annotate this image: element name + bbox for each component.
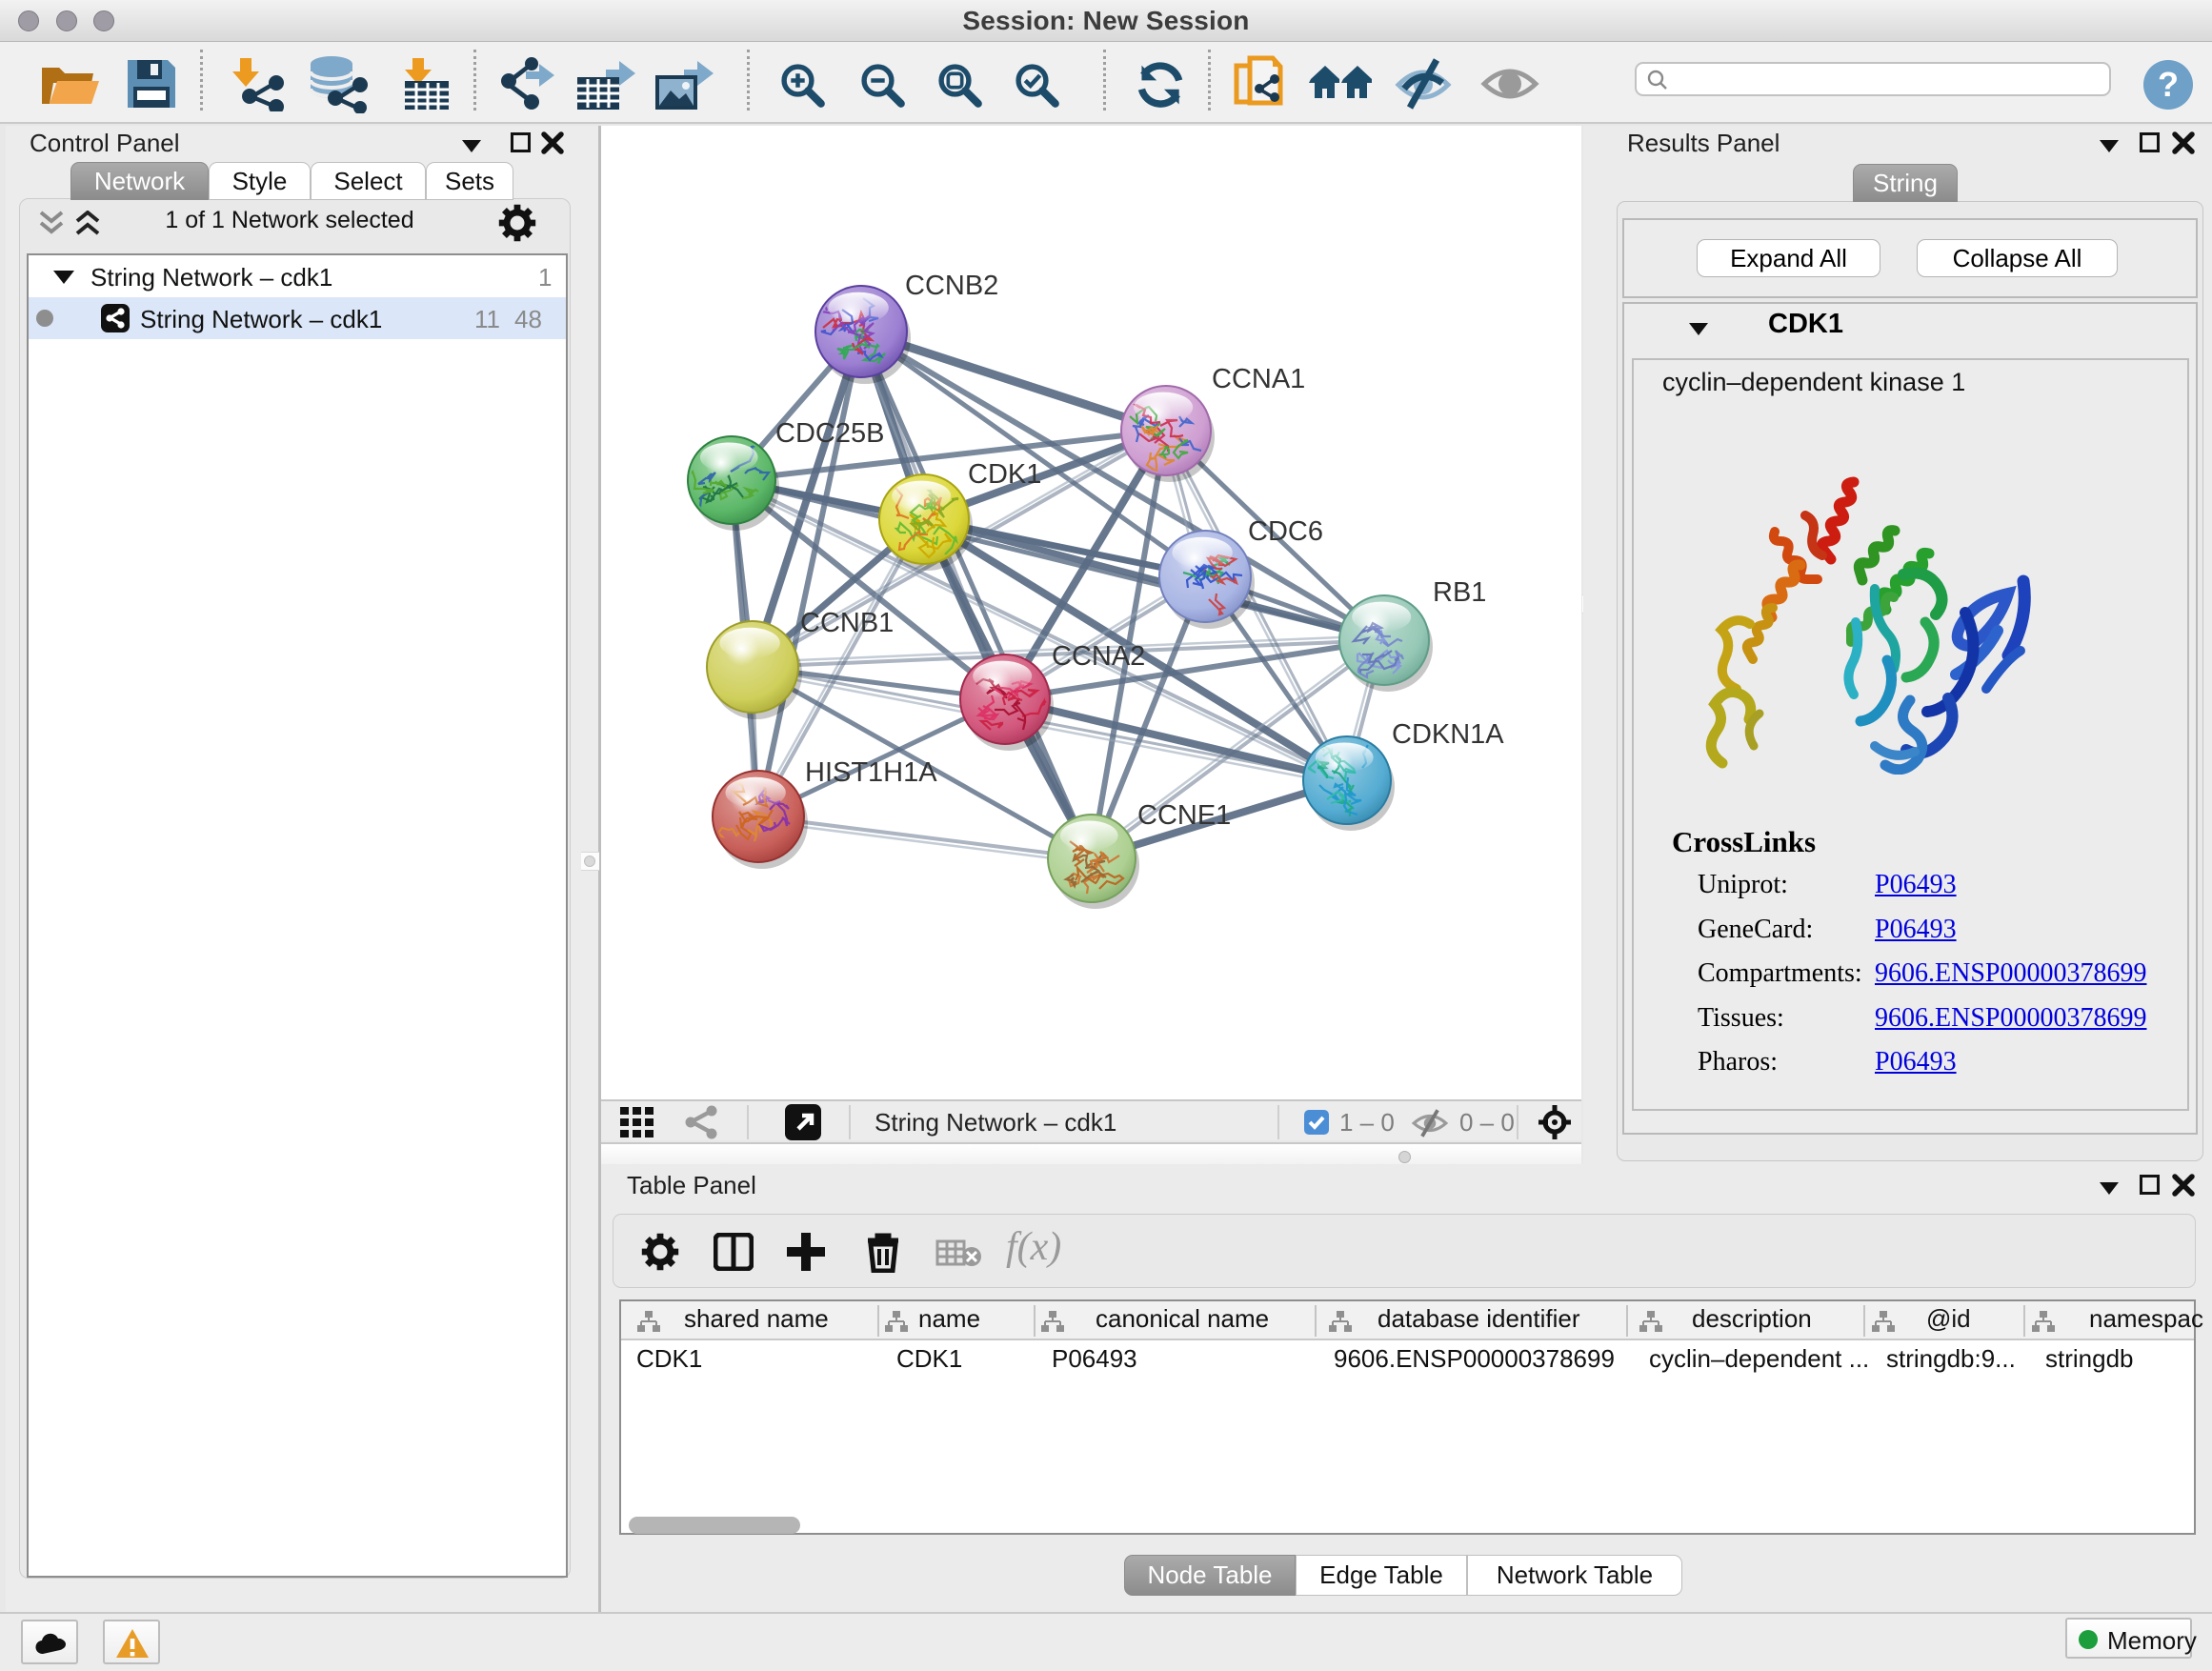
svg-text:CDC25B: CDC25B	[775, 418, 884, 449]
svg-text:CCNA1: CCNA1	[1212, 364, 1305, 394]
svg-text:CCNE1: CCNE1	[1137, 800, 1231, 831]
svg-text:RB1: RB1	[1433, 577, 1486, 608]
svg-text:HIST1H1A: HIST1H1A	[805, 757, 937, 788]
svg-text:CDKN1A: CDKN1A	[1392, 719, 1504, 750]
svg-text:CCNB2: CCNB2	[905, 271, 998, 301]
svg-text:CCNB1: CCNB1	[800, 608, 894, 638]
svg-text:?: ?	[2158, 65, 2179, 104]
svg-text:CDK1: CDK1	[968, 459, 1041, 490]
svg-text:CDC6: CDC6	[1248, 516, 1323, 547]
svg-text:CCNA2: CCNA2	[1052, 641, 1145, 672]
